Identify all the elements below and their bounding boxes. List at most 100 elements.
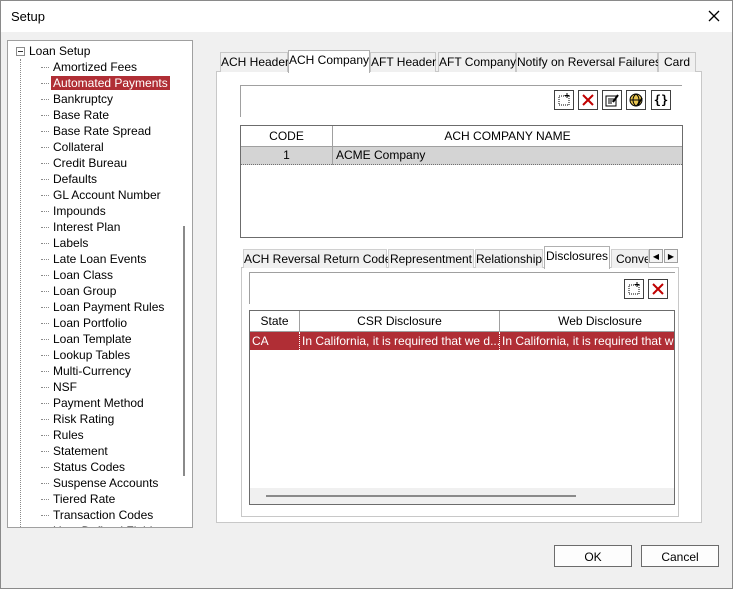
tree-scrollbar[interactable] <box>183 226 185 476</box>
delete-icon[interactable] <box>648 279 668 299</box>
close-icon[interactable] <box>702 5 726 27</box>
table-row[interactable]: CA In California, it is required that we… <box>250 332 674 350</box>
tree-item[interactable]: Loan Template <box>8 331 183 347</box>
tree-root-label: Loan Setup <box>29 44 91 58</box>
tab-aft-header[interactable]: AFT Header <box>370 52 436 72</box>
tree-item[interactable]: Loan Payment Rules <box>8 299 183 315</box>
tree-item-label: Base Rate Spread <box>53 124 152 138</box>
tree-item[interactable]: Automated Payments <box>8 75 183 91</box>
cancel-button[interactable]: Cancel <box>641 545 719 567</box>
cell-web-disclosure: In California, it is required that w <box>502 334 674 348</box>
window-title: Setup <box>11 9 45 24</box>
setup-tree[interactable]: Loan Setup Amortized Fees Automated Payme… <box>7 40 193 528</box>
disclosure-toolbar <box>249 272 675 304</box>
subtab-representment[interactable]: Representment <box>388 249 474 268</box>
tree-item-label: Rules <box>53 428 84 442</box>
tree-item-label: Status Codes <box>53 460 126 474</box>
tree-item[interactable]: Defaults <box>8 171 183 187</box>
column-header-web-disclosure[interactable]: Web Disclosure <box>500 311 674 331</box>
tree-item[interactable]: Payment Method <box>8 395 183 411</box>
tree-item-label: Loan Template <box>53 332 132 346</box>
new-record-icon[interactable] <box>554 90 574 110</box>
tab-aft-company[interactable]: AFT Company <box>438 52 516 72</box>
tree-item[interactable]: Collateral <box>8 139 183 155</box>
column-header-csr-disclosure[interactable]: CSR Disclosure <box>300 311 500 331</box>
tree-item-label: Amortized Fees <box>53 60 138 74</box>
tree-item[interactable]: Tiered Rate <box>8 491 183 507</box>
tree-root[interactable]: Loan Setup <box>16 43 90 59</box>
tree-item[interactable]: Risk Rating <box>8 411 183 427</box>
column-header-state[interactable]: State <box>250 311 300 331</box>
column-header-code[interactable]: CODE <box>241 126 333 146</box>
tree-item[interactable]: GL Account Number <box>8 187 183 203</box>
cell-state: CA <box>250 332 300 350</box>
new-record-icon[interactable] <box>624 279 644 299</box>
tree-item[interactable]: Transaction Codes <box>8 507 183 523</box>
tree-item[interactable]: Base Rate <box>8 107 183 123</box>
tree-item[interactable]: Bankruptcy <box>8 91 183 107</box>
tree-item[interactable]: NSF <box>8 379 183 395</box>
tree-item-label: Labels <box>53 236 89 250</box>
tree-item-label: Loan Payment Rules <box>53 300 165 314</box>
tab-card[interactable]: Card <box>658 52 696 72</box>
braces-icon[interactable]: {} <box>651 90 671 110</box>
tree-item-label: NSF <box>53 380 77 394</box>
tree-item[interactable]: Labels <box>8 235 183 251</box>
tab-scroll-left-icon[interactable]: ◀ <box>649 249 663 263</box>
tree-item[interactable]: Statement <box>8 443 183 459</box>
tree-item-label: Late Loan Events <box>53 252 147 266</box>
tree-item-label: Interest Plan <box>53 220 121 234</box>
horizontal-scrollbar[interactable] <box>250 488 674 504</box>
tree-item[interactable]: Late Loan Events <box>8 251 183 267</box>
tree-item[interactable]: Suspense Accounts <box>8 475 183 491</box>
tree-item-label: Tiered Rate <box>53 492 116 506</box>
tree-item[interactable]: Loan Group <box>8 283 183 299</box>
disclosure-grid[interactable]: State CSR Disclosure Web Disclosure CA I… <box>249 310 675 505</box>
subtab-relationship[interactable]: Relationship <box>475 249 543 268</box>
tree-item[interactable]: Loan Portfolio <box>8 315 183 331</box>
cell-company-name: ACME Company <box>336 148 426 162</box>
tree-item[interactable]: Base Rate Spread <box>8 123 183 139</box>
tab-ach-company[interactable]: ACH Company <box>288 50 370 73</box>
scrollbar-thumb[interactable] <box>266 495 576 497</box>
globe-icon[interactable] <box>626 90 646 110</box>
subtab-conve[interactable]: Conve <box>611 249 649 268</box>
setup-window: Setup Loan Setup Amortized Fees Automated… <box>0 0 733 589</box>
table-row[interactable]: 1 ACME Company <box>241 147 682 165</box>
tree-item[interactable]: Loan Class <box>8 267 183 283</box>
column-header-company-name[interactable]: ACH COMPANY NAME <box>333 126 682 146</box>
collapse-icon[interactable] <box>16 46 25 56</box>
tree-item-label: Payment Method <box>53 396 144 410</box>
tree-item[interactable]: Amortized Fees <box>8 59 183 75</box>
tree-item[interactable]: Credit Bureau <box>8 155 183 171</box>
tab-scroll-right-icon[interactable]: ▶ <box>664 249 678 263</box>
subtab-ach-reversal-return-codes[interactable]: ACH Reversal Return Codes <box>243 249 397 268</box>
tree-items: Amortized Fees Automated Payments Bankrupt… <box>8 59 183 527</box>
tree-item[interactable]: Rules <box>8 427 183 443</box>
ach-company-grid[interactable]: CODE ACH COMPANY NAME 1 ACME Company <box>240 125 683 238</box>
title-bar: Setup <box>1 1 732 32</box>
subtab-disclosures[interactable]: Disclosures <box>544 246 610 269</box>
tab-ach-header[interactable]: ACH Header <box>220 52 289 72</box>
tree-item-label: Lookup Tables <box>53 348 131 362</box>
tree-item[interactable]: Multi-Currency <box>8 363 183 379</box>
ok-button[interactable]: OK <box>554 545 632 567</box>
tree-item[interactable]: Status Codes <box>8 459 183 475</box>
tree-item[interactable]: Interest Plan <box>8 219 183 235</box>
tree-item-label: Collateral <box>53 140 104 154</box>
tree-item-label: Loan Class <box>53 268 114 282</box>
tree-item-label: Automated Payments <box>51 76 170 90</box>
edit-icon[interactable] <box>602 90 622 110</box>
tree-item-label: Transaction Codes <box>53 508 154 522</box>
tree-item-label: Loan Group <box>53 284 117 298</box>
tree-item-label: Base Rate <box>53 108 110 122</box>
tab-notify-on-reversal-failures[interactable]: Notify on Reversal Failures <box>516 52 661 72</box>
tree-item-label: User Defined Fields <box>51 524 160 527</box>
tree-item-label: Risk Rating <box>53 412 115 426</box>
tree-item[interactable]: Lookup Tables <box>8 347 183 363</box>
cell-code: 1 <box>241 147 333 165</box>
tree-item[interactable]: Impounds <box>8 203 183 219</box>
tree-item[interactable]: User Defined Fields <box>8 523 183 527</box>
tree-item-label: Loan Portfolio <box>53 316 128 330</box>
delete-icon[interactable] <box>578 90 598 110</box>
